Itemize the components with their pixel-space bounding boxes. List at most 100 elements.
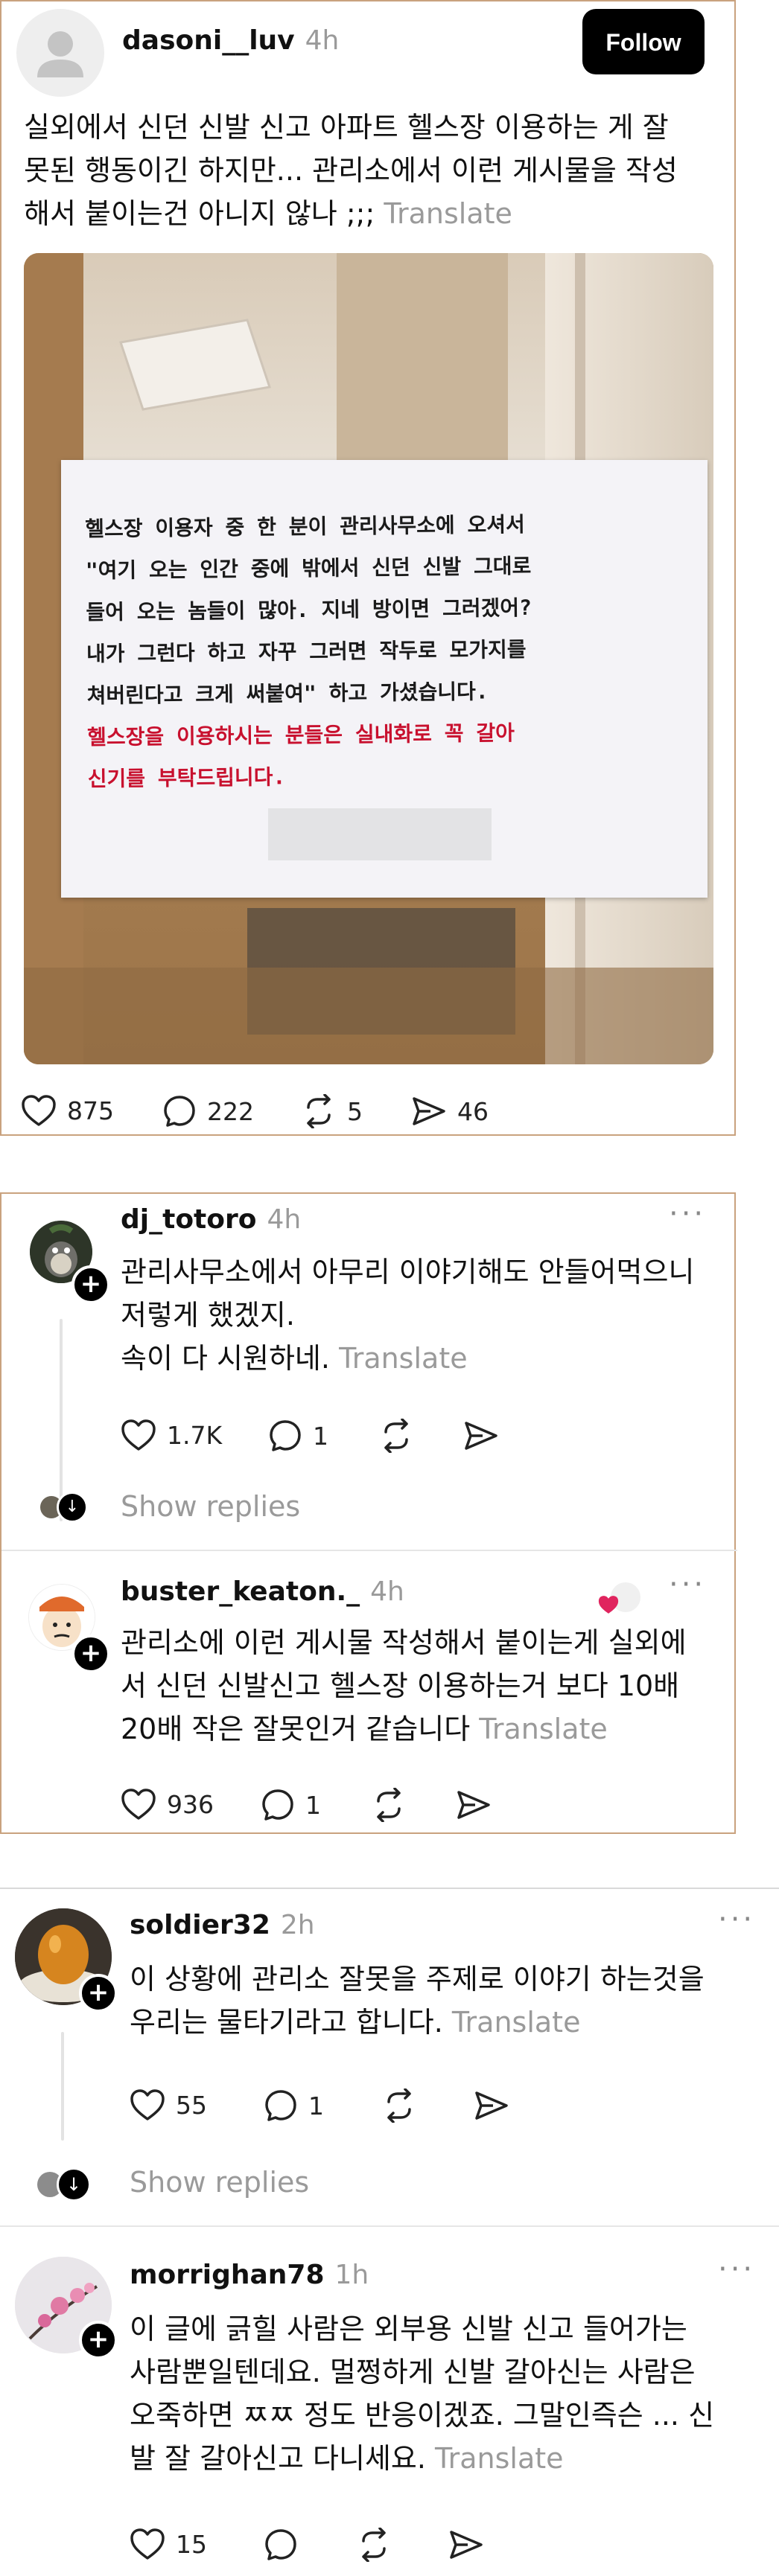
share-icon xyxy=(413,1097,445,1125)
repost-button[interactable] xyxy=(371,1788,417,1822)
reply-username[interactable]: buster_keaton._ xyxy=(121,1576,360,1607)
notice-paper: 헬스장 이용자 중 한 분이 관리사무소에 오셔서 "여기 오는 인간 중에 밖… xyxy=(61,460,708,898)
share-icon xyxy=(475,2091,508,2120)
reply-text: 관리사무소에서 아무리 이야기해도 안들어먹으니 저렇게 했겠지. 속이 다 시… xyxy=(121,1250,716,1380)
repost-button[interactable] xyxy=(356,2528,402,2562)
show-replies-link[interactable]: Show replies xyxy=(121,1490,300,1523)
reply-avatars-stack: ↓ xyxy=(34,2167,94,2205)
repost-count: 5 xyxy=(347,1096,363,1126)
notice-line: 헬스장 이용자 중 한 분이 관리사무소에 오셔서 xyxy=(85,511,525,542)
repost-icon xyxy=(384,1419,408,1453)
reply-text-line: 20배 작은 잘못인거 같습니다 Translate xyxy=(121,1713,608,1745)
reply-username[interactable]: dj_totoro xyxy=(121,1204,256,1235)
heart-icon xyxy=(598,1596,619,1614)
comment-icon xyxy=(164,1096,195,1127)
comment-button[interactable]: 1 xyxy=(264,2088,324,2123)
notice-line: 쳐버린다고 크게 써붙여" 하고 가셨습니다. xyxy=(86,679,489,709)
reply-text-line: 이 상황에 관리소 잘못을 주제로 이야기 하는것을 xyxy=(130,1963,705,1995)
more-icon[interactable]: ··· xyxy=(718,1902,755,1937)
reply-text-line: 사람뿐일텐데요. 멀쩡하게 신발 갈아신는 사람은 xyxy=(130,2356,696,2388)
more-icon[interactable]: ··· xyxy=(669,1197,706,1231)
plus-icon: + xyxy=(87,2324,109,2354)
repost-button[interactable] xyxy=(378,1419,425,1453)
share-button[interactable] xyxy=(448,2528,495,2562)
reply-avatars-stack: ↓ xyxy=(36,1492,88,1524)
post-username[interactable]: dasoni__luv xyxy=(122,25,295,56)
follow-button[interactable]: Follow xyxy=(582,9,705,74)
reply-username[interactable]: morrighan78 xyxy=(130,2260,325,2290)
post-card: dasoni__luv 4h Follow 실외에서 신던 신발 신고 아파트 헬… xyxy=(0,0,736,1136)
notice-text: 헬스장 이용자 중 한 분이 관리사무소에 오셔서 "여기 오는 인간 중에 밖… xyxy=(85,504,534,800)
translate-link[interactable]: Translate xyxy=(479,1713,608,1745)
more-icon[interactable]: ··· xyxy=(718,2252,755,2286)
divider xyxy=(0,2225,779,2227)
comment-button[interactable] xyxy=(264,2528,308,2562)
like-button[interactable]: 1.7K xyxy=(121,1419,222,1451)
post-photo[interactable]: 헬스장 이용자 중 한 분이 관리사무소에 오셔서 "여기 오는 인간 중에 밖… xyxy=(24,253,713,1064)
reply-text-line: 우리는 물타기라고 합니다. Translate xyxy=(130,2006,581,2039)
heart-icon xyxy=(130,2528,165,2560)
like-button[interactable]: 875 xyxy=(21,1094,114,1127)
reply-text-line: 이 글에 긁힐 사람은 외부용 신발 신고 들어가는 xyxy=(130,2313,687,2345)
share-button[interactable]: 46 xyxy=(411,1094,489,1128)
notice-line: "여기 오는 인간 중에 밖에서 신던 신발 그대로 xyxy=(85,553,532,584)
share-button[interactable] xyxy=(463,1419,509,1453)
repost-icon xyxy=(362,2528,386,2562)
follow-plus-button[interactable]: + xyxy=(79,2321,118,2359)
translate-link[interactable]: Translate xyxy=(384,197,512,230)
show-replies-link[interactable]: Show replies xyxy=(130,2166,309,2199)
follow-plus-button[interactable]: + xyxy=(79,1974,118,2013)
like-button[interactable]: 15 xyxy=(130,2528,207,2560)
section-divider xyxy=(0,1888,779,1889)
notice-line-red: 신기를 부탁드립니다. xyxy=(87,764,286,792)
reply-text: 이 글에 긁힐 사람은 외부용 신발 신고 들어가는 사람뿐일텐데요. 멀쩡하게… xyxy=(130,2307,770,2480)
like-count: 55 xyxy=(176,2090,207,2120)
comment-button[interactable]: 222 xyxy=(162,1094,254,1128)
reply-text: 이 상황에 관리소 잘못을 주제로 이야기 하는것을 우리는 물타기라고 합니다… xyxy=(130,1957,770,2044)
comment-icon xyxy=(265,2090,296,2121)
translate-link[interactable]: Translate xyxy=(435,2442,564,2475)
comment-count: 1 xyxy=(305,1790,321,1820)
arrow-down-icon: ↓ xyxy=(57,1492,88,1523)
divider xyxy=(1,1550,737,1551)
plus-icon: + xyxy=(80,1638,102,1668)
comment-icon xyxy=(262,1789,293,1821)
arrow-down-icon: ↓ xyxy=(57,2167,91,2202)
repost-button[interactable] xyxy=(381,2088,427,2123)
reply-text-line: 오죽하면 ㅉㅉ 정도 반응이겠죠. 그말인즉슨 ... 신 xyxy=(130,2399,715,2432)
reply-time: 2h xyxy=(280,1910,315,1940)
post-time: 4h xyxy=(305,25,340,56)
like-count: 15 xyxy=(176,2529,207,2559)
plus-icon: + xyxy=(87,1978,109,2007)
reply-text: 관리소에 이런 게시물 작성해서 붙이는게 실외에 서 신던 신발신고 헬스장 … xyxy=(121,1621,724,1751)
reply-header: dj_totoro 4h xyxy=(121,1204,301,1235)
like-button[interactable]: 936 xyxy=(121,1788,214,1821)
reply-username[interactable]: soldier32 xyxy=(130,1910,270,1940)
share-button[interactable] xyxy=(474,2088,520,2123)
notice-line: 들어 오는 놈들이 많아. 지네 방이면 그러겠어? xyxy=(86,595,532,625)
share-count: 46 xyxy=(457,1096,489,1126)
like-count: 875 xyxy=(67,1096,114,1125)
repost-icon xyxy=(377,1788,401,1822)
comment-icon xyxy=(270,1420,301,1451)
reply-header: buster_keaton._ 4h xyxy=(121,1576,404,1607)
comment-button[interactable]: 1 xyxy=(261,1788,321,1822)
translate-link[interactable]: Translate xyxy=(452,2006,581,2039)
share-button[interactable] xyxy=(456,1788,502,1822)
post-header: dasoni__luv 4h xyxy=(122,25,339,56)
comment-count: 1 xyxy=(313,1421,328,1451)
follow-plus-button[interactable]: + xyxy=(71,1634,110,1673)
post-text-line: 실외에서 신던 신발 신고 아파트 헬스장 이용하는 게 잘 xyxy=(24,111,669,144)
translate-link[interactable]: Translate xyxy=(339,1342,468,1375)
share-icon xyxy=(465,1422,497,1450)
avatar[interactable] xyxy=(16,9,104,97)
person-icon xyxy=(37,31,83,77)
repost-button[interactable]: 5 xyxy=(301,1094,363,1128)
reply-time: 4h xyxy=(370,1576,404,1607)
plus-icon: + xyxy=(80,1269,102,1299)
more-icon[interactable]: ··· xyxy=(669,1567,706,1602)
reply-text-line: 속이 다 시원하네. Translate xyxy=(121,1342,468,1375)
like-button[interactable]: 55 xyxy=(130,2088,207,2121)
follow-plus-button[interactable]: + xyxy=(71,1265,110,1304)
comment-button[interactable]: 1 xyxy=(268,1419,328,1453)
